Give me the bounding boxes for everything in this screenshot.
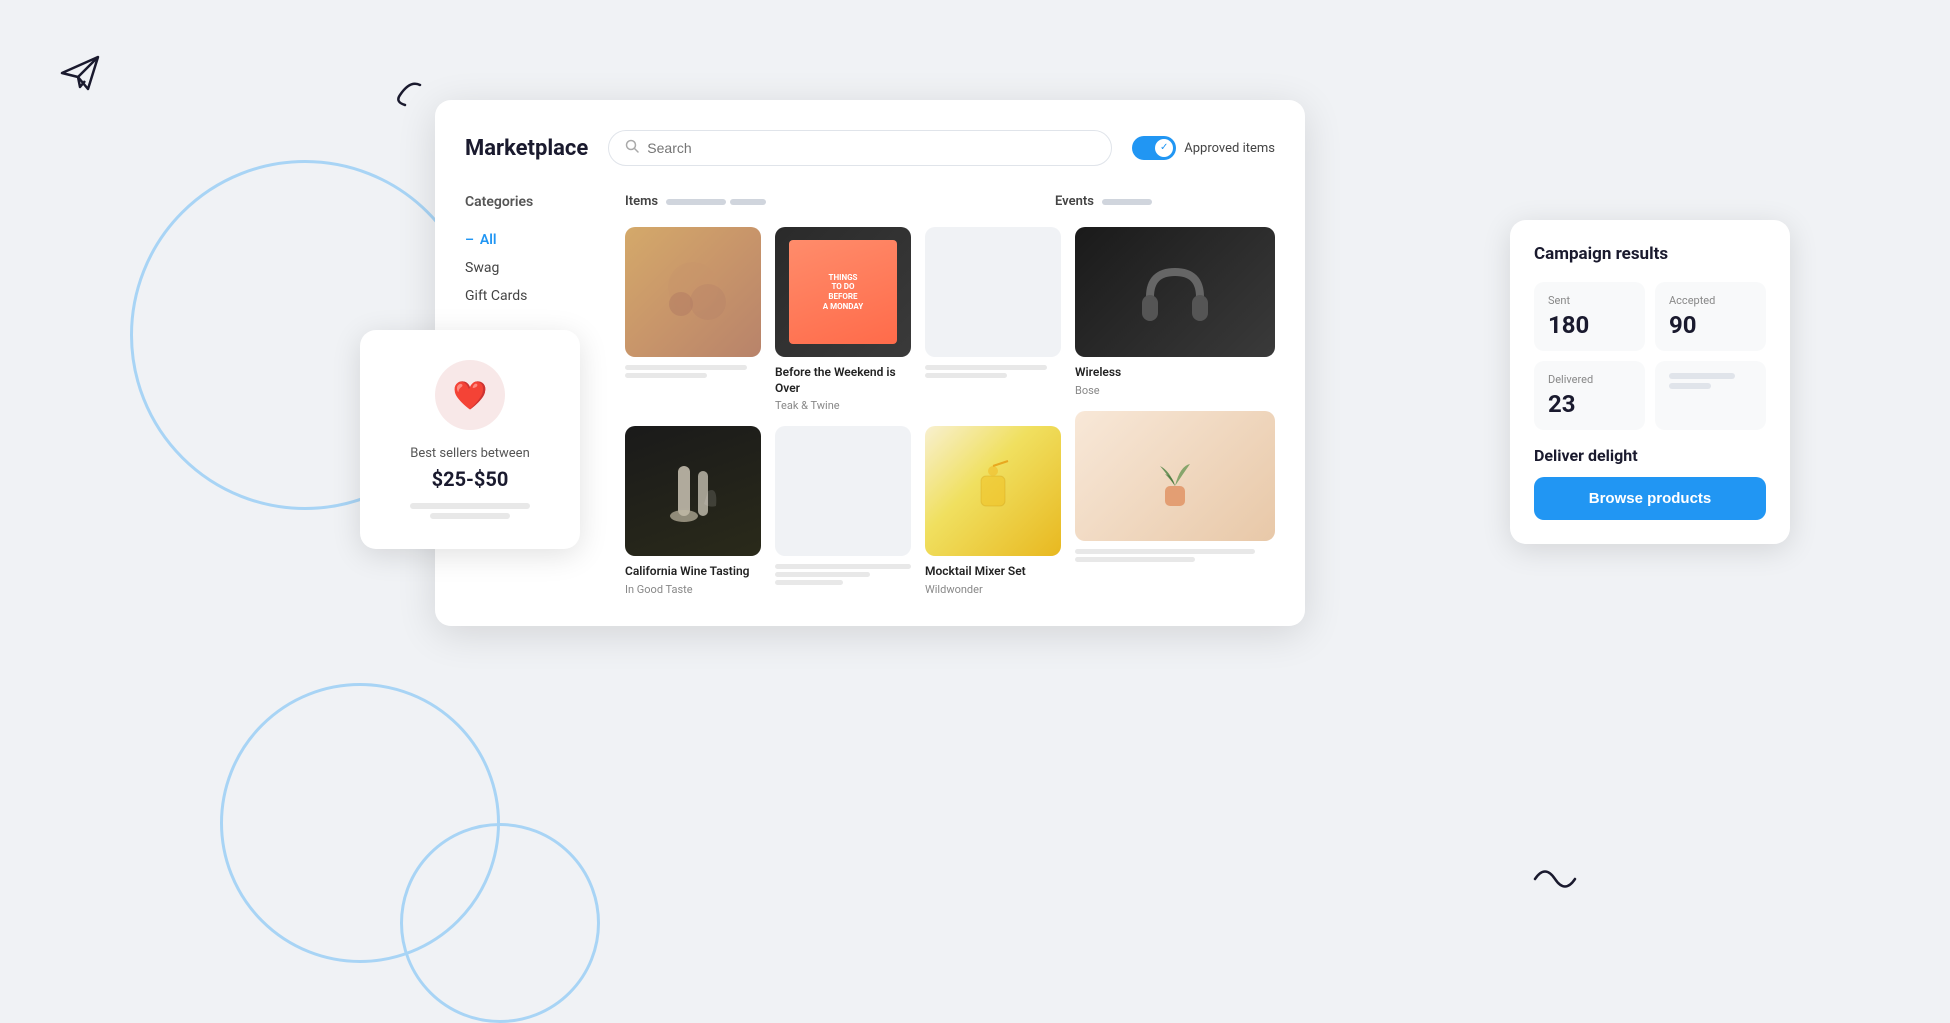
stat-accepted: Accepted 90 xyxy=(1655,282,1766,351)
section-headers-row: Items Events xyxy=(625,194,1275,209)
stat-empty-line-2 xyxy=(1669,383,1711,389)
events-header-line xyxy=(1102,199,1152,205)
card-content: Categories – All Swag Gift Cards Items xyxy=(465,194,1275,596)
search-icon xyxy=(625,139,639,157)
product-image-placeholder-1 xyxy=(925,227,1061,357)
toggle-area: Approved items xyxy=(1132,136,1275,160)
toggle-label: Approved items xyxy=(1184,141,1275,156)
main-content: Items Events xyxy=(625,194,1275,596)
product-wireless-name: Wireless xyxy=(1075,365,1275,381)
product-wine-name: California Wine Tasting xyxy=(625,564,761,580)
category-all-label: All xyxy=(480,232,497,248)
categories-title: Categories xyxy=(465,194,605,210)
product-line xyxy=(925,365,1047,370)
stat-accepted-value: 90 xyxy=(1669,311,1752,339)
products-layout: THINGSTO DOBEFOREA MONDAY Before the Wee… xyxy=(625,227,1275,596)
stat-accepted-label: Accepted xyxy=(1669,294,1752,307)
product-wine-brand: In Good Taste xyxy=(625,583,761,596)
product-plant[interactable] xyxy=(1075,411,1275,562)
product-mocktail-name: Mocktail Mixer Set xyxy=(925,564,1061,580)
card-header: Marketplace Approved items xyxy=(465,130,1275,166)
stat-empty xyxy=(1655,361,1766,430)
stat-empty-line-1 xyxy=(1669,373,1735,379)
events-section-label: Events xyxy=(1055,194,1094,209)
decor-line xyxy=(410,503,530,509)
product-line xyxy=(1075,549,1255,554)
product-book-name: Before the Weekend is Over xyxy=(775,365,911,396)
approved-toggle[interactable] xyxy=(1132,136,1176,160)
stats-grid: Sent 180 Accepted 90 Delivered 23 xyxy=(1534,282,1766,430)
products-row-2: California Wine Tasting In Good Taste xyxy=(625,426,1061,596)
search-bar[interactable] xyxy=(608,130,1112,166)
items-header-line-2 xyxy=(730,199,766,205)
deliver-delight-title: Deliver delight xyxy=(1534,446,1766,465)
bg-circle-3 xyxy=(400,823,600,1023)
products-row-1: THINGSTO DOBEFOREA MONDAY Before the Wee… xyxy=(625,227,1061,412)
product-chocolates[interactable] xyxy=(625,227,761,412)
stat-sent: Sent 180 xyxy=(1534,282,1645,351)
stat-delivered-label: Delivered xyxy=(1548,373,1631,386)
product-line xyxy=(775,572,870,577)
product-book-brand: Teak & Twine xyxy=(775,399,911,412)
product-mocktail-brand: Wildwonder xyxy=(925,583,1061,596)
product-image-placeholder-2 xyxy=(775,426,911,556)
product-wine[interactable]: California Wine Tasting In Good Taste xyxy=(625,426,761,596)
category-gift-cards-label: Gift Cards xyxy=(465,288,527,304)
product-placeholder-2[interactable] xyxy=(775,426,911,596)
product-line xyxy=(775,564,911,569)
product-placeholder-1[interactable] xyxy=(925,227,1061,412)
product-line xyxy=(625,373,707,378)
paper-plane-icon xyxy=(60,55,100,99)
campaign-title: Campaign results xyxy=(1534,244,1766,264)
stat-delivered-value: 23 xyxy=(1548,390,1631,418)
product-image-wireless xyxy=(1075,227,1275,357)
stat-sent-label: Sent xyxy=(1548,294,1631,307)
browse-products-button[interactable]: Browse products xyxy=(1534,477,1766,520)
product-line xyxy=(625,365,747,370)
items-section-label: Items xyxy=(625,194,658,209)
product-image-book: THINGSTO DOBEFOREA MONDAY xyxy=(775,227,911,357)
sidebar-item-all[interactable]: – All xyxy=(465,226,605,254)
product-book[interactable]: THINGSTO DOBEFOREA MONDAY Before the Wee… xyxy=(775,227,911,412)
best-sellers-text: Best sellers between xyxy=(380,446,560,461)
stat-sent-value: 180 xyxy=(1548,311,1631,339)
product-image-mocktail xyxy=(925,426,1061,556)
category-swag-label: Swag xyxy=(465,260,499,276)
sidebar-item-gift-cards[interactable]: Gift Cards xyxy=(465,282,605,310)
items-section-header: Items xyxy=(625,194,1055,209)
search-input[interactable] xyxy=(647,140,1095,156)
product-mocktail[interactable]: Mocktail Mixer Set Wildwonder xyxy=(925,426,1061,596)
best-sellers-price: $25-$50 xyxy=(380,467,560,491)
heart-icon: ❤️ xyxy=(435,360,505,430)
squiggle-top-icon xyxy=(390,80,430,114)
product-image-plant xyxy=(1075,411,1275,541)
product-line xyxy=(775,580,843,585)
book-cover: THINGSTO DOBEFOREA MONDAY xyxy=(789,240,898,344)
product-image-wine xyxy=(625,426,761,556)
sidebar-item-swag[interactable]: Swag xyxy=(465,254,605,282)
dash-icon: – xyxy=(465,232,474,248)
decor-line xyxy=(430,513,510,519)
events-section-header: Events xyxy=(1055,194,1275,209)
marketplace-title: Marketplace xyxy=(465,136,588,161)
product-image-chocolates xyxy=(625,227,761,357)
squiggle-bottom-icon xyxy=(1530,859,1580,903)
items-grid-container: THINGSTO DOBEFOREA MONDAY Before the Wee… xyxy=(625,227,1061,596)
product-line xyxy=(925,373,1007,378)
campaign-results-card: Campaign results Sent 180 Accepted 90 De… xyxy=(1510,220,1790,544)
events-column: Wireless Bose xyxy=(1075,227,1275,596)
product-line xyxy=(1075,557,1195,562)
product-wireless[interactable]: Wireless Bose xyxy=(1075,227,1275,397)
items-header-line-1 xyxy=(666,199,726,205)
stat-delivered: Delivered 23 xyxy=(1534,361,1645,430)
product-wireless-brand: Bose xyxy=(1075,384,1275,397)
best-sellers-card: ❤️ Best sellers between $25-$50 xyxy=(360,330,580,549)
